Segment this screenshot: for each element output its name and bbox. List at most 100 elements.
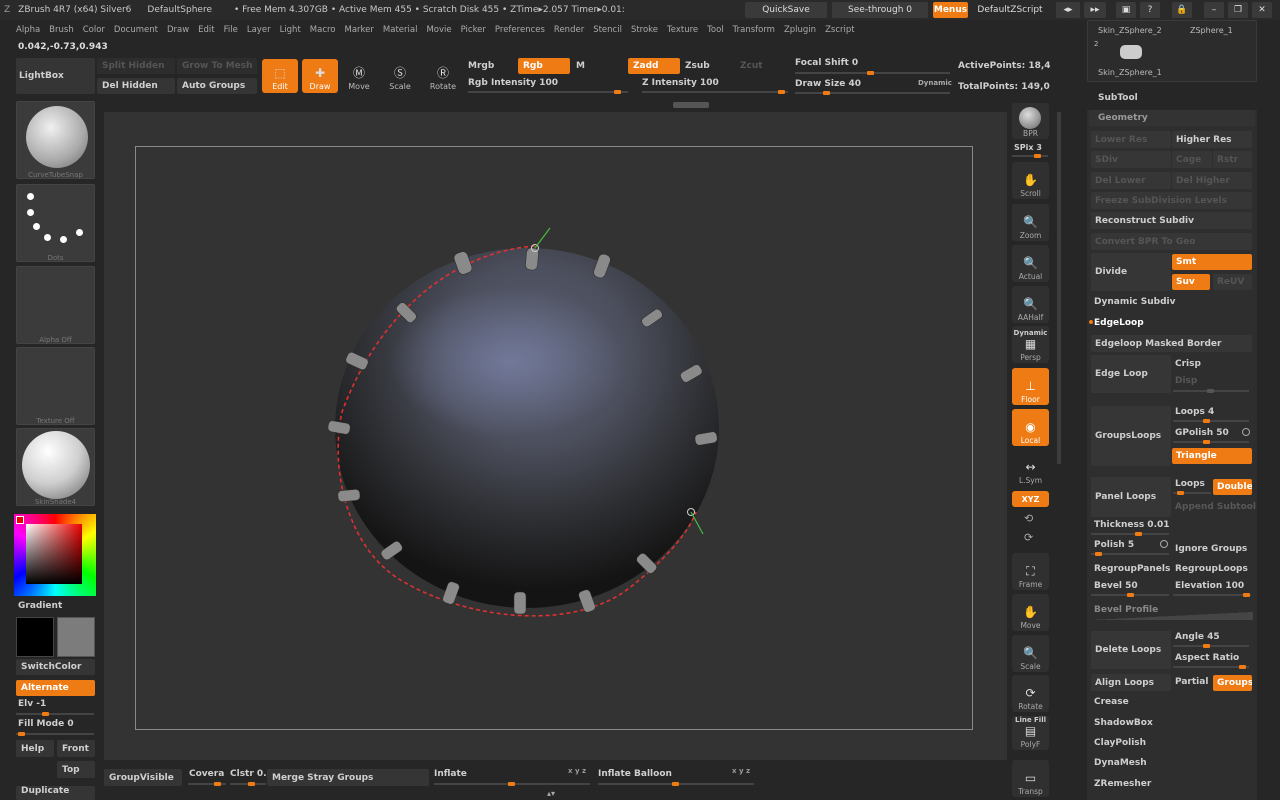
angle-slider[interactable] [1173, 644, 1249, 648]
fill-mode-slider[interactable] [16, 732, 94, 736]
partial-toggle[interactable]: Partial [1175, 677, 1208, 687]
subtool-item-skin-zsphere-1[interactable]: Skin_ZSphere_1 [1098, 68, 1162, 77]
elv-slider[interactable] [16, 712, 94, 716]
ignore-groups-toggle[interactable]: Ignore Groups [1175, 544, 1247, 554]
scroll-left-icon[interactable]: ◂▸ [1056, 2, 1080, 18]
inflate-balloon-xyz-icon[interactable]: x y z [732, 767, 750, 775]
aahalf-button[interactable]: 🔍 AAHalf [1012, 286, 1049, 323]
inflate-slider[interactable] [434, 782, 590, 786]
disp-slider-track[interactable] [1173, 389, 1249, 393]
material-thumbnail[interactable]: SkinShade4 [16, 428, 95, 506]
menu-marker[interactable]: Marker [345, 25, 374, 35]
lightbox-button[interactable]: LightBox [16, 58, 95, 94]
actual-button[interactable]: 🔍 Actual [1012, 245, 1049, 282]
menu-brush[interactable]: Brush [49, 25, 74, 35]
xyz-symmetry-button[interactable]: XYZ [1012, 491, 1049, 507]
alternate-button[interactable]: Alternate [16, 680, 95, 696]
menu-zplugin[interactable]: Zplugin [784, 25, 816, 35]
crisp-toggle[interactable]: Crisp [1175, 359, 1201, 369]
append-subtool-toggle[interactable]: Append Subtool [1175, 502, 1256, 512]
triangle-toggle[interactable]: Triangle [1172, 448, 1252, 464]
menu-preferences[interactable]: Preferences [495, 25, 545, 35]
menu-macro[interactable]: Macro [310, 25, 336, 35]
stroke-thumbnail[interactable]: Dots [16, 184, 95, 262]
polish-slider[interactable] [1091, 552, 1169, 556]
groupvisible-button[interactable]: GroupVisible [104, 769, 182, 786]
help-button[interactable]: Help [16, 740, 54, 757]
window-mode-icon[interactable]: ▣ [1116, 2, 1136, 18]
cluster-slider[interactable] [230, 782, 266, 786]
bpr-render-button[interactable]: BPR [1012, 103, 1049, 139]
elevation-slider[interactable] [1173, 593, 1251, 597]
groupsloops-button[interactable]: GroupsLoops [1091, 406, 1171, 466]
aspect-ratio-slider[interactable] [1173, 665, 1249, 669]
claypolish-header[interactable]: ClayPolish [1094, 738, 1146, 748]
regroup-panels-toggle[interactable]: RegroupPanels [1094, 564, 1170, 574]
mrgb-toggle[interactable]: Mrgb [468, 61, 494, 71]
suv-toggle[interactable]: Suv [1172, 274, 1210, 290]
linefill-label[interactable]: Line Fill [1015, 716, 1046, 724]
maximize-icon[interactable]: ❐ [1228, 2, 1248, 18]
scale-mode-button[interactable]: Ⓢ Scale [382, 59, 418, 93]
sdiv-slider[interactable]: SDiv [1091, 151, 1171, 168]
floor-button[interactable]: ⊥ Floor [1012, 368, 1049, 405]
reuv-toggle[interactable]: ReUV [1213, 274, 1252, 290]
menu-stroke[interactable]: Stroke [631, 25, 658, 35]
menu-tool[interactable]: Tool [707, 25, 724, 35]
menu-edit[interactable]: Edit [198, 25, 214, 35]
smt-toggle[interactable]: Smt [1172, 254, 1252, 270]
gpolish-slider[interactable] [1173, 440, 1249, 444]
dynamic-persp-label[interactable]: Dynamic [1014, 329, 1048, 337]
polyf-button[interactable]: Line Fill ▤ PolyF [1012, 716, 1049, 750]
move-mode-button[interactable]: Ⓜ Move [341, 59, 377, 93]
bevel-slider[interactable] [1091, 593, 1169, 597]
spix-slider[interactable] [1012, 154, 1048, 158]
focal-shift-slider[interactable] [795, 71, 950, 75]
menu-picker[interactable]: Picker [461, 25, 486, 35]
inflate-xyz-icon[interactable]: x y z [568, 767, 586, 775]
frame-button[interactable]: ⛶ Frame [1012, 553, 1049, 590]
panel-loops-slider[interactable] [1173, 491, 1211, 495]
m-toggle[interactable]: M [576, 61, 585, 71]
edit-mode-button[interactable]: ⬚ Edit [262, 59, 298, 93]
rotate-z-icon[interactable]: ⟳ [1024, 531, 1033, 544]
minimize-icon[interactable]: – [1204, 2, 1224, 18]
menu-transform[interactable]: Transform [733, 25, 775, 35]
dynamesh-header[interactable]: DynaMesh [1094, 758, 1147, 768]
geometry-header[interactable]: Geometry [1089, 110, 1255, 126]
grow-to-mesh-button[interactable]: Grow To Mesh [177, 58, 257, 74]
window-help-icon[interactable]: ? [1140, 2, 1160, 18]
gpolish-toggle-icon[interactable] [1242, 428, 1250, 436]
menu-movie[interactable]: Movie [426, 25, 451, 35]
freeze-subdivision-button[interactable]: Freeze SubDivision Levels [1091, 192, 1252, 209]
gradient-label[interactable]: Gradient [18, 601, 62, 611]
menus-button[interactable]: Menus [933, 2, 968, 18]
menu-light[interactable]: Light [280, 25, 301, 35]
duplicate-button[interactable]: Duplicate [16, 786, 95, 800]
edge-loop-button[interactable]: Edge Loop [1091, 355, 1171, 393]
default-zscript-button[interactable]: DefaultZScript [970, 2, 1050, 18]
document-canvas[interactable] [104, 112, 1007, 760]
draw-size-slider[interactable] [795, 91, 950, 95]
zoom-button[interactable]: 🔍 Zoom [1012, 204, 1049, 241]
menu-zscript[interactable]: Zscript [825, 25, 855, 35]
inflate-balloon-slider[interactable] [598, 782, 754, 786]
shelf-scroll-handle[interactable] [673, 102, 709, 108]
divide-button[interactable]: Divide [1091, 253, 1171, 291]
groups-toggle[interactable]: Groups [1213, 675, 1252, 691]
subtool-header[interactable]: SubTool [1098, 93, 1138, 103]
zremesher-header[interactable]: ZRemesher [1094, 779, 1151, 789]
menu-alpha[interactable]: Alpha [16, 25, 40, 35]
bevel-profile-curve[interactable] [1091, 612, 1253, 620]
del-hidden-button[interactable]: Del Hidden [97, 78, 175, 94]
rgb-intensity-slider[interactable] [468, 90, 628, 94]
brush-thumbnail[interactable]: CurveTubeSnap [16, 101, 95, 179]
shadowbox-header[interactable]: ShadowBox [1094, 718, 1153, 728]
menu-draw[interactable]: Draw [167, 25, 189, 35]
color-picker[interactable] [14, 514, 96, 596]
z-intensity-slider[interactable] [642, 90, 788, 94]
subtool-item-skin-zsphere-2[interactable]: Skin_ZSphere_2 [1098, 26, 1162, 35]
menu-document[interactable]: Document [114, 25, 158, 35]
menu-file[interactable]: File [224, 25, 238, 35]
dynamic-toggle[interactable]: Dynamic [918, 79, 952, 87]
